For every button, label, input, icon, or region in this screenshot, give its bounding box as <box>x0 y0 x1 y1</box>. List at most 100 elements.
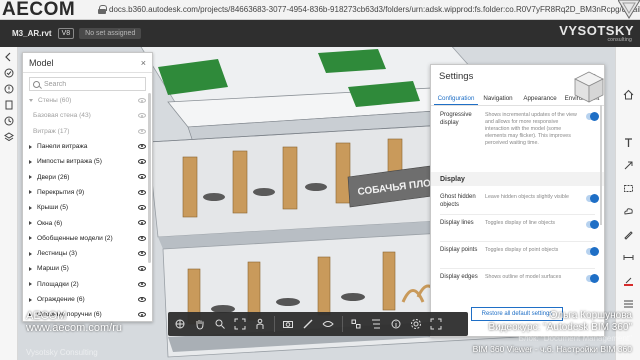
option-label: Display edges <box>440 274 478 280</box>
search-input[interactable] <box>44 80 144 88</box>
view-cube-icon[interactable] <box>573 70 605 110</box>
tree-item[interactable]: Обобщенные модели (2) <box>23 231 152 246</box>
properties-icon[interactable] <box>390 318 402 330</box>
option-label: Progressive display <box>440 112 472 126</box>
eye-icon[interactable] <box>138 220 146 226</box>
dimension-icon[interactable] <box>623 252 634 263</box>
chevron-right-icon[interactable] <box>29 282 32 287</box>
settings-gear-icon[interactable] <box>410 318 422 330</box>
settings-body: Progressive display Shows incremental up… <box>431 108 604 338</box>
version-badge[interactable]: V8 <box>57 28 75 39</box>
toggle-switch[interactable] <box>586 194 599 203</box>
chevron-right-icon[interactable] <box>29 144 32 149</box>
url-text[interactable]: docs.b360.autodesk.com/projects/84663683… <box>109 5 640 14</box>
toggle-switch[interactable] <box>586 274 599 283</box>
eye-icon[interactable] <box>138 98 146 103</box>
arrow-icon[interactable] <box>623 160 634 171</box>
chevron-right-icon[interactable] <box>29 236 32 241</box>
tree-item[interactable]: Ограждение (6) <box>23 292 152 307</box>
section-icon[interactable] <box>322 318 334 330</box>
eye-icon[interactable] <box>138 235 146 241</box>
model-panel-scrollbar[interactable] <box>148 93 151 263</box>
assign-set-button[interactable]: No set assigned <box>79 28 142 39</box>
eye-icon[interactable] <box>138 143 146 149</box>
eye-icon[interactable] <box>138 266 146 272</box>
close-icon[interactable]: × <box>141 58 146 68</box>
chevron-right-icon[interactable] <box>29 221 32 226</box>
tab-configuration[interactable]: Configuration <box>434 92 478 105</box>
tree-item[interactable]: Окна (6) <box>23 215 152 230</box>
tree-item[interactable]: Марши (5) <box>23 261 152 276</box>
tree-item[interactable]: Витраж (17) <box>23 124 152 139</box>
tree-item[interactable]: Крыши (5) <box>23 200 152 215</box>
file-name: M3_AR.rvt <box>12 29 52 38</box>
tree-item[interactable]: Стены (60) <box>23 93 152 108</box>
chevron-right-icon[interactable] <box>29 159 32 164</box>
text-icon[interactable] <box>623 137 634 148</box>
chevron-right-icon[interactable] <box>29 205 32 210</box>
explode-icon[interactable] <box>350 318 362 330</box>
first-person-icon[interactable] <box>254 318 266 330</box>
eye-icon[interactable] <box>138 250 146 256</box>
tab-navigation[interactable]: Navigation <box>478 92 518 105</box>
chevron-right-icon[interactable] <box>29 266 32 271</box>
tab-appearance[interactable]: Appearance <box>518 92 562 105</box>
model-panel-title: Model <box>29 57 54 68</box>
tree-item[interactable]: Двери (26) <box>23 169 152 184</box>
rectangle-select-icon[interactable] <box>623 183 634 194</box>
pan-hand-icon[interactable] <box>194 318 206 330</box>
tree-item[interactable]: Перекрытия (9) <box>23 185 152 200</box>
fullscreen-icon[interactable] <box>430 318 442 330</box>
back-icon[interactable] <box>4 52 14 62</box>
tree-item[interactable]: Площадки (2) <box>23 277 152 292</box>
eye-icon[interactable] <box>138 174 146 180</box>
tree-item[interactable]: Лестницы (3) <box>23 246 152 261</box>
tree-item-label: Стены (60) <box>38 97 72 105</box>
chevron-down-icon[interactable] <box>29 99 33 103</box>
eye-icon[interactable] <box>138 281 146 287</box>
camera-icon[interactable] <box>282 318 294 330</box>
model-browser-icon[interactable] <box>370 318 382 330</box>
tree-item[interactable]: Панели витража <box>23 139 152 154</box>
line-weight-icon[interactable] <box>623 298 634 309</box>
vysotsky-watermark: VYSOTSKY consulting <box>559 23 634 43</box>
home-icon[interactable] <box>623 89 634 100</box>
pen-icon[interactable] <box>623 229 634 240</box>
color-icon[interactable] <box>623 275 634 286</box>
eye-icon[interactable] <box>138 189 146 195</box>
settings-scrollbar[interactable] <box>600 105 602 225</box>
measure-icon[interactable] <box>302 318 314 330</box>
chevron-right-icon[interactable] <box>29 297 32 302</box>
tree-item[interactable]: Базовая стена (43) <box>23 108 152 123</box>
tree-item-label: Импосты витража (5) <box>37 158 102 166</box>
eye-icon[interactable] <box>138 296 146 302</box>
eye-icon[interactable] <box>138 159 146 165</box>
toggle-switch[interactable] <box>586 220 599 229</box>
eye-icon[interactable] <box>138 312 146 318</box>
settings-title: Settings <box>439 70 474 82</box>
chevron-right-icon[interactable] <box>29 190 32 195</box>
issue-icon[interactable] <box>4 84 14 94</box>
orbit-icon[interactable] <box>174 318 186 330</box>
section-display: Display <box>431 172 604 186</box>
option-label: Display lines <box>440 220 474 226</box>
zoom-icon[interactable] <box>214 318 226 330</box>
toggle-switch[interactable] <box>586 112 599 121</box>
tree-item-label: Витраж (17) <box>33 127 70 135</box>
layers-icon[interactable] <box>4 132 14 142</box>
clock-icon[interactable] <box>4 116 14 126</box>
option-description: Toggles display of point objects <box>485 247 559 253</box>
eye-icon[interactable] <box>138 113 146 119</box>
chevron-right-icon[interactable] <box>29 251 32 256</box>
cloud-icon[interactable] <box>623 206 634 217</box>
check-circle-icon[interactable] <box>4 68 14 78</box>
tree-item[interactable]: Импосты витража (5) <box>23 154 152 169</box>
eye-icon[interactable] <box>138 128 146 134</box>
chevron-right-icon[interactable] <box>29 175 32 180</box>
tree-item-label: Окна (6) <box>37 219 63 227</box>
fit-view-icon[interactable] <box>234 318 246 330</box>
toggle-switch[interactable] <box>586 247 599 256</box>
model-panel-header: Model × <box>23 53 152 73</box>
eye-icon[interactable] <box>138 205 146 211</box>
sheet-icon[interactable] <box>4 100 14 110</box>
